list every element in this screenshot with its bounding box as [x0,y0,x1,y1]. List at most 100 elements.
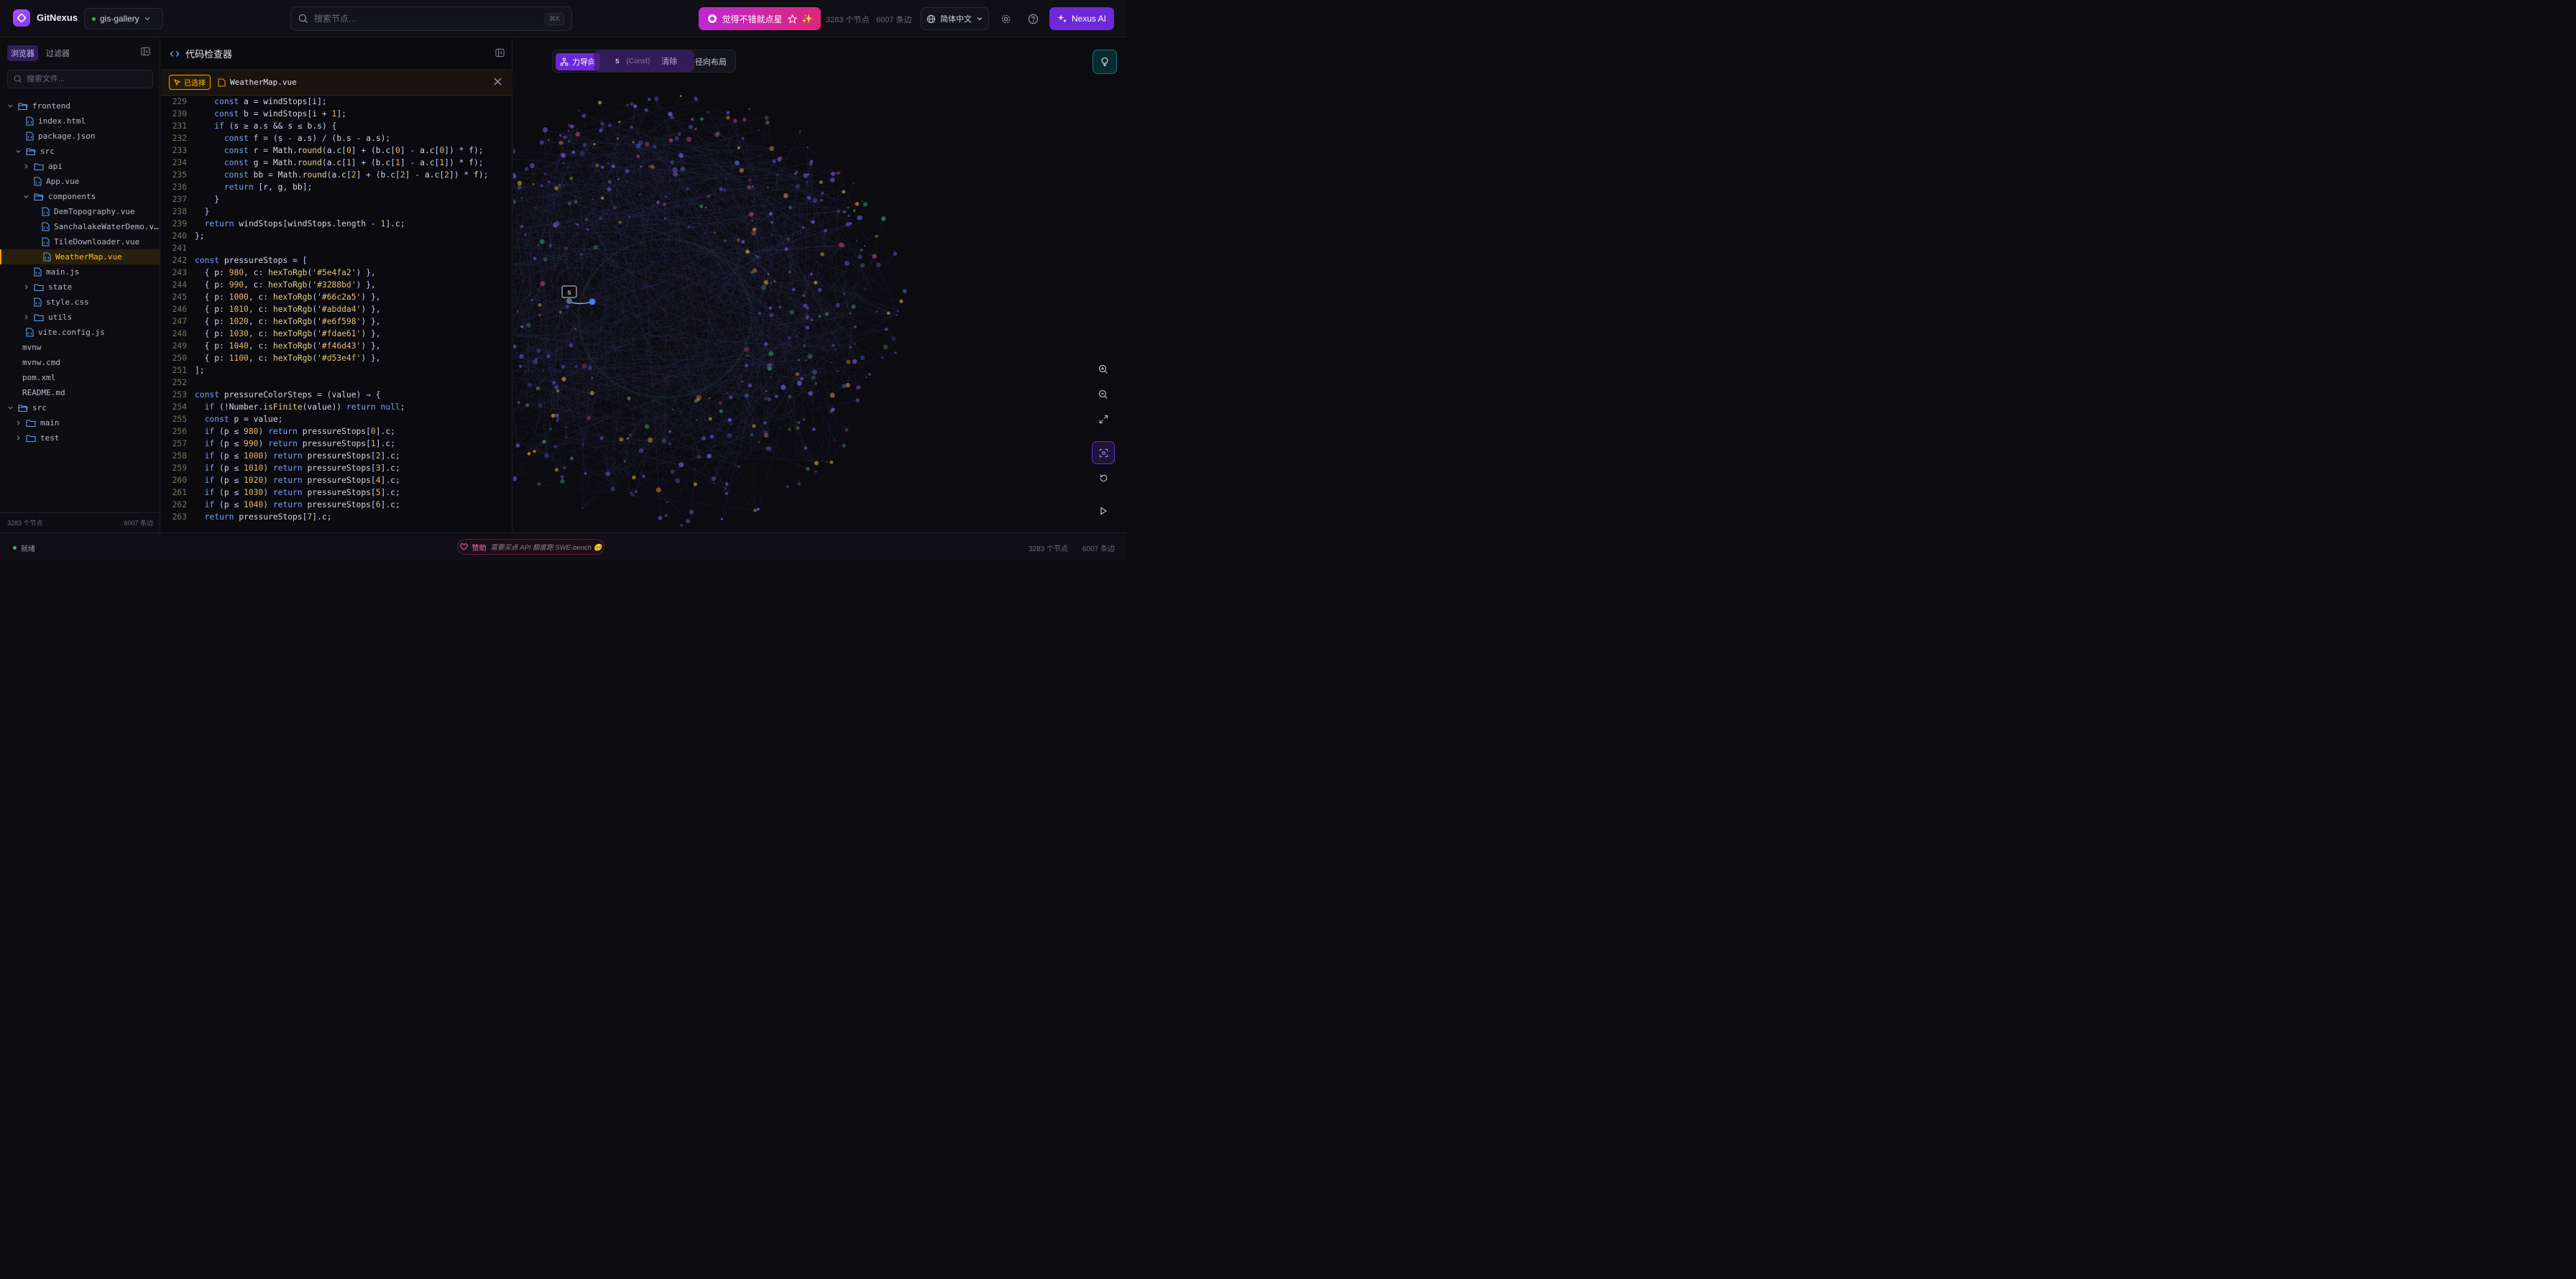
tree-folder[interactable]: src [0,400,160,415]
graph-node[interactable] [566,298,572,304]
tree-file[interactable]: README.md [0,385,160,400]
code-line: 246 { p: 1010, c: hexToRgb('#abdda4') }, [161,305,381,317]
tree-file[interactable]: vite.config.js [0,325,160,340]
line-code: const pressureStops = [ [195,256,308,265]
code-line: 241 [161,244,195,256]
node-search[interactable]: ⌘K [290,6,572,31]
edge-count: 6007 条边 [876,16,912,24]
search-icon [14,75,22,83]
code-icon [170,50,180,57]
tree-file[interactable]: main.js [0,264,160,280]
layout-radial-button[interactable]: 径向布局 [691,53,731,70]
line-code: } [195,195,220,204]
play-layout-button[interactable] [1092,499,1115,522]
code-line: 237 } [161,195,219,207]
graph-canvas[interactable]: s 力导向 径向布局 s (Const) 清除 [513,38,1127,532]
chevron-right-icon [22,163,29,170]
star-label: 觉得不错就点星 [722,14,783,24]
close-file-button[interactable] [494,78,502,86]
tree-folder[interactable]: utils [0,310,160,325]
tab-explorer[interactable]: 浏览器 [7,45,38,61]
line-code: }; [195,231,205,241]
tree-folder[interactable]: components [0,189,160,204]
status-bar: 就绪 赞助 需要买点 API 额度跑 SWE-bench 🥺 3283 个节点 … [0,532,1127,560]
selected-graph-node[interactable] [589,298,596,305]
tree-file[interactable]: DemTopography.vue [0,204,160,219]
folder-icon [26,419,36,428]
repo-selector[interactable]: gis-gallery [84,8,163,29]
tree-file[interactable]: App.vue [0,174,160,189]
tree-folder[interactable]: src [0,144,160,159]
clear-selection-button[interactable]: 清除 [661,55,677,67]
network-icon [560,57,569,66]
hint-button[interactable] [1092,50,1117,74]
tree-file[interactable]: TileDownloader.vue [0,234,160,249]
fit-view-button[interactable] [1092,407,1115,430]
tree-file[interactable]: package.json [0,129,160,144]
tree-item-label: package.json [38,131,96,141]
code-line: 235 const bb = Math.round(a.c[2] + (b.c[… [161,170,489,183]
file-code-icon [42,207,50,216]
code-line: 240}; [161,231,205,244]
line-number: 240 [172,231,187,241]
github-star-button[interactable]: 觉得不错就点星 ✨ [699,7,821,30]
search-input[interactable] [314,14,539,24]
zoom-in-button[interactable] [1092,358,1115,381]
file-search-input[interactable] [27,75,147,83]
focus-selection-button[interactable] [1092,441,1115,464]
zoom-out-button[interactable] [1092,383,1115,406]
app-name: GitNexus [37,12,78,23]
language-selector[interactable]: 简体中文 [921,7,989,30]
line-code: if (p ≤ 1020) return pressureStops[4].c; [204,476,400,485]
globe-icon [926,14,936,23]
selected-node-chip: s (Const) 清除 [594,50,694,72]
code-view[interactable]: 229 const a = windStops[i]; 230 const b =… [161,96,512,532]
reset-button[interactable] [1092,466,1115,489]
app-logo-icon[interactable] [13,9,30,27]
tree-file[interactable]: WeatherMap.vue [0,249,160,264]
tree-file[interactable]: mvnw.cmd [0,355,160,370]
nexus-ai-button[interactable]: Nexus AI [1049,7,1114,30]
line-code: { p: 990, c: hexToRgb('#3288bd') }, [195,280,376,290]
file-code-icon [42,237,50,246]
chevron-down-icon [14,148,22,154]
tree-folder[interactable]: state [0,280,160,295]
help-button[interactable] [1022,8,1044,29]
tree-item-label: main [40,418,60,428]
tree-folder[interactable]: test [0,430,160,445]
line-code: { p: 1040, c: hexToRgb('#f46d43') }, [195,341,381,351]
tree-item-label: api [48,162,63,171]
top-bar: GitNexus gis-gallery ⌘K 觉得不错就点星 ✨ 3283 个… [0,0,1127,37]
code-line: 253 const pressureColorSteps = (value) ⇒ … [161,390,381,402]
tree-item-label: App.vue [46,177,80,186]
tree-file[interactable]: SanchalakeWaterDemo.v… [0,219,160,234]
node-label: s [568,289,571,297]
line-code: return [r, g, bb]; [224,183,313,192]
line-code: { p: 1100, c: hexToRgb('#d53e4f') }, [195,354,381,363]
tree-file[interactable]: mvnw [0,340,160,355]
line-code: if (p ≤ 1000) return pressureStops[2].c; [204,451,400,461]
graph-visualization[interactable]: s [513,38,1127,532]
tree-folder[interactable]: frontend [0,98,160,114]
heart-icon [459,543,468,550]
tree-file[interactable]: style.css [0,295,160,310]
tab-filters[interactable]: 过滤器 [42,45,73,61]
line-number: 260 [172,476,187,485]
tree-file[interactable]: pom.xml [0,370,160,385]
tree-item-label: WeatherMap.vue [55,252,122,262]
settings-button[interactable] [995,8,1016,29]
expand-icon [1099,415,1108,423]
code-line: 254 if (!Number.isFinite(value)) return … [161,402,405,415]
tree-folder[interactable]: api [0,159,160,174]
file-explorer-sidebar: 浏览器 过滤器 frontend index.html package.json sr… [0,38,160,532]
ready-label: 就绪 [21,545,35,553]
selected-node-name: s [615,57,620,65]
file-search[interactable] [7,70,153,88]
collapse-inspector-icon[interactable] [495,48,505,57]
tree-folder[interactable]: main [0,415,160,430]
sponsor-button[interactable]: 赞助 需要买点 API 额度跑 SWE-bench 🥺 [457,539,604,555]
shortcut-badge: ⌘K [544,12,564,25]
collapse-sidebar-icon[interactable] [141,47,150,56]
tree-file[interactable]: index.html [0,114,160,129]
code-line: 247 { p: 1020, c: hexToRgb('#e6f598') }, [161,317,381,329]
